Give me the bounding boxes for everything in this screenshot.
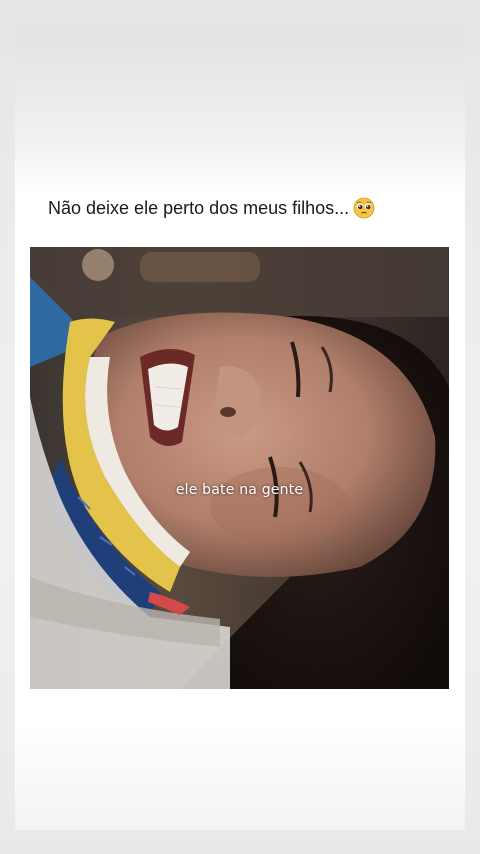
- screen: Não deixe ele perto dos meus filhos... e…: [0, 0, 480, 854]
- video-player[interactable]: ele bate na gente: [30, 247, 449, 689]
- caption-text: Não deixe ele perto dos meus filhos...: [48, 197, 350, 218]
- video-frame: [30, 247, 449, 689]
- post-caption: Não deixe ele perto dos meus filhos...: [48, 194, 375, 222]
- pleading-face-emoji-icon: [353, 197, 375, 219]
- video-subtitle: ele bate na gente: [175, 482, 304, 498]
